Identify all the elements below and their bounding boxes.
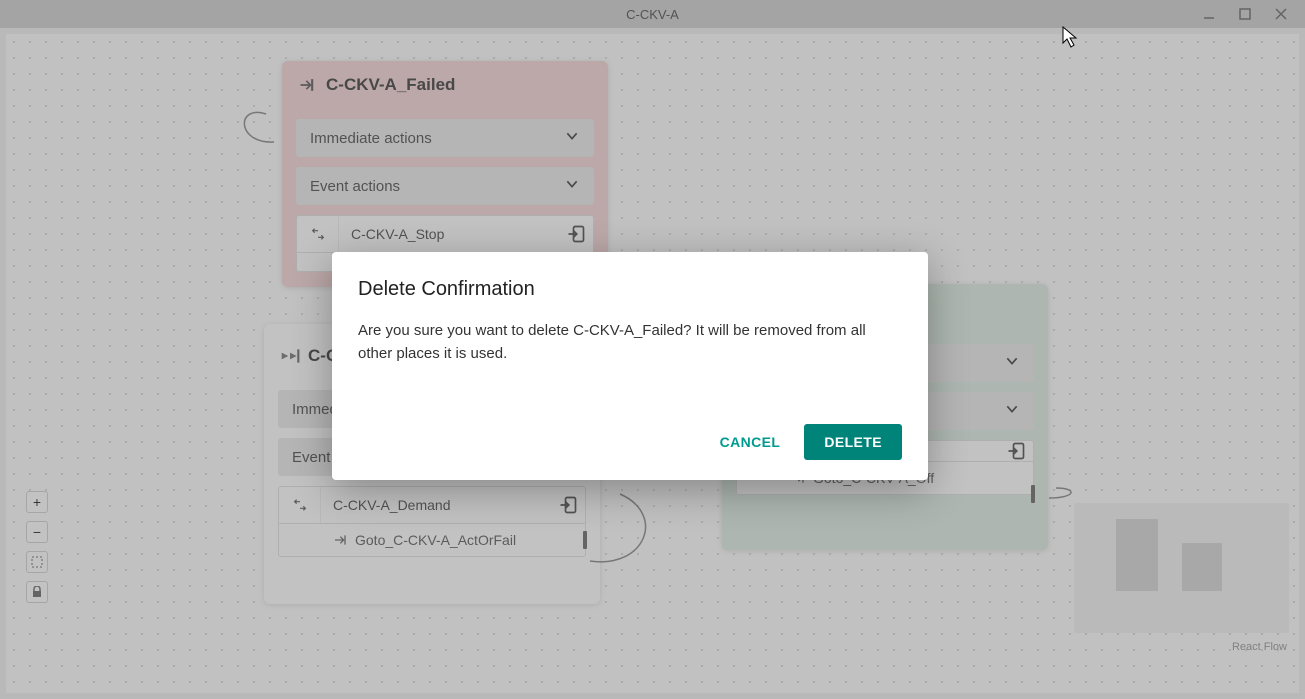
- dialog-body: Are you sure you want to delete C-CKV-A_…: [358, 319, 902, 366]
- dialog-actions: CANCEL DELETE: [358, 424, 902, 460]
- cancel-button[interactable]: CANCEL: [706, 424, 795, 460]
- delete-button[interactable]: DELETE: [804, 424, 902, 460]
- mouse-cursor-icon: [1062, 26, 1080, 48]
- delete-confirmation-dialog: Delete Confirmation Are you sure you wan…: [332, 252, 928, 480]
- dialog-title: Delete Confirmation: [358, 278, 902, 301]
